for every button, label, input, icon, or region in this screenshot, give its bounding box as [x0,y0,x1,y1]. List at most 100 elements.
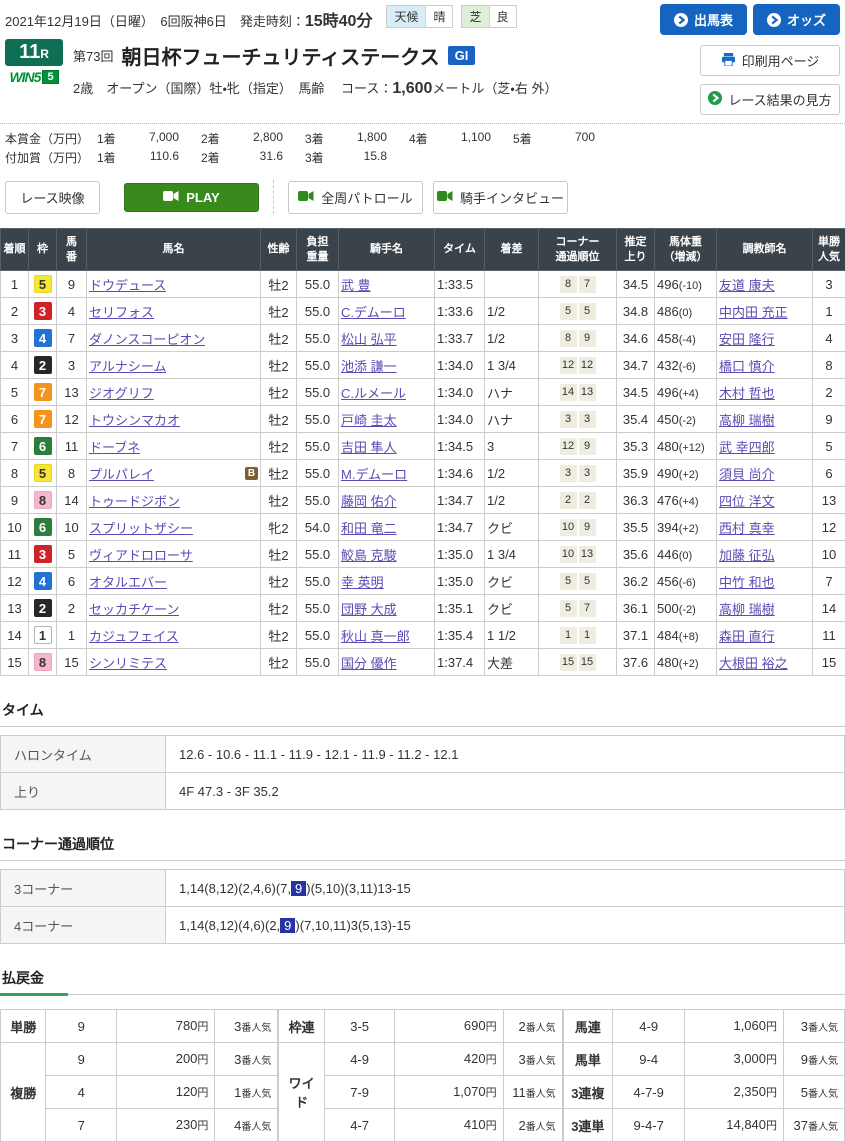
corner-position-box: 3 [579,465,596,482]
jockey-link[interactable]: 鮫島 克駿 [341,548,397,563]
win-favorite-rank: 4 [813,325,845,352]
horse-name-link[interactable]: セッカチケーン [89,599,179,618]
corner-position-box: 8 [560,330,577,347]
body-weight: 458(-4) [655,325,717,352]
jockey-link[interactable]: M.デムーロ [341,467,407,482]
jockey-link[interactable]: C.デムーロ [341,305,406,320]
jockey-link[interactable]: 秋山 真一郎 [341,629,410,644]
margin: 1 1/2 [485,622,539,649]
horse-name-link[interactable]: プルパレイ [89,464,154,483]
payout-favorite-rank: 3番人気 [215,1010,278,1043]
sex-age: 牡2 [261,460,297,487]
horse-name-cell: プルパレイB [87,460,261,487]
margin: ハナ [485,406,539,433]
corner-position-box: 9 [579,330,596,347]
play-button[interactable]: PLAY [124,183,259,212]
jockey-link[interactable]: 国分 優作 [341,656,397,671]
horse-name-cell: カジュフェイス [87,622,261,649]
payout-amount-unit: 円 [197,1087,208,1099]
print-page-button[interactable]: 印刷用ページ [700,45,840,76]
trainer-link[interactable]: 加藤 征弘 [719,548,775,563]
trainer-link[interactable]: 須貝 尚介 [719,467,775,482]
jockey-link[interactable]: 和田 竜二 [341,521,397,536]
prize-rank-label: 2着 [201,149,231,166]
patrol-video-button[interactable]: 全周パトロール [288,181,423,214]
payout-amount-unit: 円 [197,1021,208,1033]
trainer-link[interactable]: 高柳 瑞樹 [719,413,775,428]
horse-name-link[interactable]: オタルエバー [89,572,167,591]
jockey-link[interactable]: C.ルメール [341,386,406,401]
carried-weight: 55.0 [297,487,339,514]
finish-time: 1:35.0 [435,568,485,595]
horse-name-link[interactable]: カジュフェイス [89,626,179,645]
payout-favorite-value: 4 [234,1118,241,1133]
table-row: 1246オタルエバー牡255.0幸 英明1:35.0クビ5536.2456(-6… [1,568,845,595]
circle-arrow-icon [708,91,722,108]
horse-name-link[interactable]: ヴィアドロローサ [89,545,193,564]
time-row-value: 12.6 - 10.6 - 11.1 - 11.9 - 12.1 - 11.9 … [166,736,845,773]
finish-position: 7 [1,433,29,460]
entry-table-button[interactable]: 出馬表 [660,4,747,35]
jockey-link[interactable]: 吉田 隼人 [341,440,397,455]
trainer-link[interactable]: 高柳 瑞樹 [719,602,775,617]
time-section-heading: タイム [0,696,845,727]
jockey-link[interactable]: 幸 英明 [341,575,384,590]
frame-cell: 4 [29,568,57,595]
prize-extra-label: 付加賞（万円） [5,149,97,166]
trainer-link[interactable]: 橋口 慎介 [719,359,775,374]
horse-name-link[interactable]: セリフォス [89,302,154,321]
race-video-button[interactable]: レース映像 [5,181,100,214]
trainer-link[interactable]: 森田 直行 [719,629,775,644]
trainer-link[interactable]: 中竹 和也 [719,575,775,590]
horse-name-link[interactable]: ドーブネ [89,437,140,456]
last-3f-time: 34.8 [617,298,655,325]
body-weight-diff: (+2) [679,523,699,535]
jockey-link[interactable]: 池添 謙一 [341,359,397,374]
jockey-link[interactable]: 戸崎 圭太 [341,413,397,428]
result-guide-button[interactable]: レース結果の見方 [700,84,840,115]
trainer-link[interactable]: 安田 隆行 [719,332,775,347]
horse-name-wrap: セリフォス [89,302,258,321]
odds-button[interactable]: オッズ [753,4,840,35]
payout-amount-value: 780 [176,1018,198,1033]
last-3f-time: 35.6 [617,541,655,568]
horse-name-link[interactable]: ドウデュース [89,275,166,294]
jockey-link[interactable]: 団野 大成 [341,602,397,617]
payout-amount-value: 410 [464,1117,486,1132]
trainer-link[interactable]: 友道 康夫 [719,278,775,293]
jockey-link[interactable]: 武 豊 [341,278,371,293]
carried-weight: 55.0 [297,406,339,433]
win-favorite-rank: 12 [813,514,845,541]
trainer-link[interactable]: 武 幸四郎 [719,440,775,455]
trainer-link[interactable]: 中内田 充正 [719,305,788,320]
payout-favorite-rank: 5番人気 [784,1076,845,1109]
jockey-interview-button[interactable]: 騎手インタビュー [433,181,568,214]
race-number-badge: 11R [5,39,63,66]
jockey-link[interactable]: 松山 弘平 [341,332,397,347]
trainer-link[interactable]: 大根田 裕之 [719,656,788,671]
payout-favorite-rank: 2番人気 [503,1109,562,1142]
horse-name-link[interactable]: ダノンスコーピオン [89,329,205,348]
trainer-link[interactable]: 四位 洋文 [719,494,775,509]
trainer-link[interactable]: 西村 真幸 [719,521,775,536]
trainer-link[interactable]: 木村 哲也 [719,386,775,401]
corner-position-box: 13 [579,546,596,563]
body-weight-value: 496 [657,385,679,400]
horse-name-link[interactable]: スプリットザシー [89,518,193,537]
body-weight: 450(-2) [655,406,717,433]
horse-name-link[interactable]: トゥードジボン [89,491,180,510]
horse-name-link[interactable]: トウシンマカオ [89,410,180,429]
last-3f-time: 36.3 [617,487,655,514]
horse-name-link[interactable]: シンリミテス [89,653,167,672]
jockey-link[interactable]: 藤岡 佑介 [341,494,397,509]
frame-cell: 7 [29,379,57,406]
course-distance: 1,600 [392,80,432,97]
jockey-cell: M.デムーロ [339,460,435,487]
horse-name-link[interactable]: アルナシーム [89,356,166,375]
finish-time: 1:33.6 [435,298,485,325]
horse-name-link[interactable]: ジオグリフ [89,383,154,402]
race-number: 11 [19,41,40,63]
corner-position-box: 12 [560,438,577,455]
corner-position-box: 1 [560,627,577,644]
payout-amount-unit: 円 [486,1021,497,1033]
